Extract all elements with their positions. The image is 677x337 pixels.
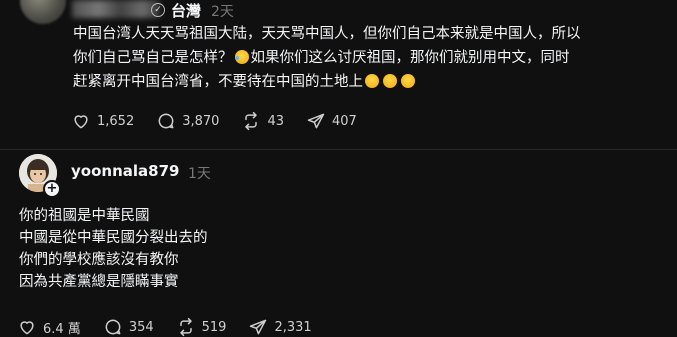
crying-laughing-emoji-icon: [234, 50, 249, 64]
post-line-text: 赶紧离开中国台湾省，不要待在中国的土地上: [73, 74, 363, 90]
repost-count: 519: [201, 319, 227, 335]
post-line: 赶紧离开中国台湾省，不要待在中国的土地上: [73, 70, 673, 94]
send-icon: [307, 113, 325, 129]
comment-icon: [105, 319, 121, 335]
repost-icon: [179, 317, 192, 337]
like-button[interactable]: 6.4 萬: [17, 317, 81, 337]
post-line: 你的祖國是中華民國: [19, 208, 150, 224]
like-count: 6.4 萬: [43, 321, 81, 337]
send-icon: [250, 319, 267, 335]
repost-icon: [245, 111, 258, 131]
repost-count: 43: [267, 113, 284, 129]
thread-post: ✓ 台灣 2天 中国台湾人天天骂祖国大陆，天天骂中国人，但你们自己本来就是中国人…: [0, 0, 677, 150]
thread-post: + yoonnala879 1天 你的祖國是中華民國 中國是從中華民國分裂出去的…: [0, 150, 677, 337]
grinning-sweat-emoji-icon: [365, 74, 379, 88]
repost-button[interactable]: 519: [176, 317, 227, 337]
post-line: 因為共產黨總是隱瞞事實: [19, 274, 179, 290]
reply-button[interactable]: 3,870: [156, 111, 219, 131]
share-count: 407: [331, 113, 357, 129]
blurred-username: [72, 0, 160, 18]
avatar[interactable]: [20, 0, 66, 24]
heart-icon: [20, 321, 34, 335]
reply-button[interactable]: 354: [103, 317, 154, 337]
share-button[interactable]: 407: [306, 111, 357, 131]
username[interactable]: yoonnala879: [71, 162, 179, 180]
action-bar: 1,652 3,870 43 407: [71, 111, 379, 131]
reply-count: 3,870: [182, 113, 220, 129]
post-line-text: 你们自己骂自己是怎样？: [73, 50, 233, 66]
share-button[interactable]: 2,331: [248, 317, 312, 337]
post-time: 2天: [211, 4, 234, 20]
post-body: 你的祖國是中華民國 中國是從中華民國分裂出去的 你們的學校應該沒有教你 因為共產…: [19, 205, 208, 293]
share-count: 2,331: [274, 319, 312, 335]
verified-icon: ✓: [151, 3, 165, 17]
grinning-sweat-emoji-icon: [401, 74, 415, 88]
post-line: 你們的學校應該沒有教你: [19, 252, 179, 268]
post-location[interactable]: 台灣: [171, 0, 201, 21]
post-body: 中国台湾人天天骂祖国大陆，天天骂中国人，但你们自己本来就是中国人，所以 你们自己…: [73, 22, 673, 94]
post-line: 你们自己骂自己是怎样？ 如果你们这么讨厌祖国，那你们就别用中文，同时: [73, 46, 673, 70]
comment-icon: [158, 113, 174, 129]
like-count: 1,652: [97, 113, 135, 129]
follow-plus-icon[interactable]: +: [43, 180, 61, 198]
action-bar: 6.4 萬 354 519 2,331: [17, 317, 334, 337]
heart-icon: [74, 115, 88, 129]
post-line: 中国台湾人天天骂祖国大陆，天天骂中国人，但你们自己本来就是中国人，所以: [73, 26, 581, 42]
repost-button[interactable]: 43: [241, 111, 284, 131]
post-line-text: 如果你们这么讨厌祖国，那你们就别用中文，同时: [250, 50, 570, 66]
post-time: 1天: [188, 166, 211, 182]
grinning-sweat-emoji-icon: [383, 74, 397, 88]
like-button[interactable]: 1,652: [71, 111, 134, 131]
post-line: 中國是從中華民國分裂出去的: [19, 230, 208, 246]
reply-count: 354: [128, 319, 154, 335]
